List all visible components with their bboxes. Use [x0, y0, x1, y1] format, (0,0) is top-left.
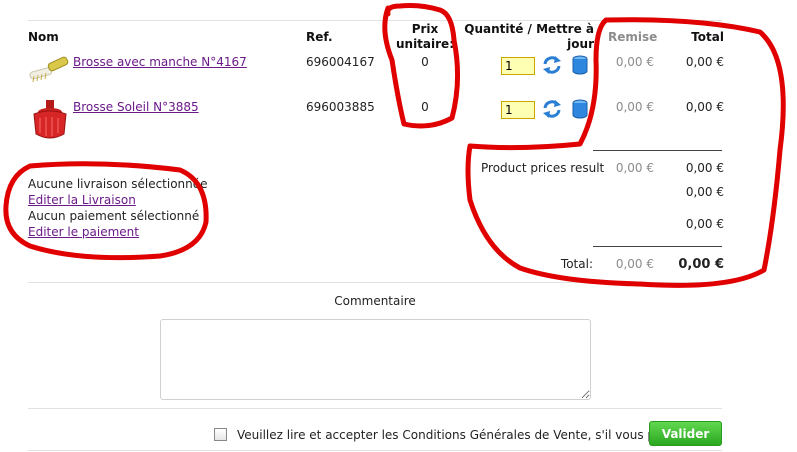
- comment-textarea[interactable]: [160, 319, 591, 400]
- product-total: 0,00 €: [685, 100, 724, 114]
- product-prices-label: Product prices result: [481, 161, 605, 175]
- footer-divider: [28, 408, 722, 409]
- edit-delivery-link[interactable]: Editer la Livraison: [28, 193, 136, 207]
- submit-button[interactable]: Valider: [649, 421, 722, 446]
- product-prices-total: 0,00 €: [685, 161, 724, 175]
- comment-divider: [28, 282, 722, 283]
- terms-label: Veuillez lire et accepter les Conditions…: [237, 428, 678, 442]
- total-label: Total:: [560, 257, 593, 271]
- top-divider: [28, 20, 722, 21]
- summary-line-total: 0,00 €: [685, 185, 724, 199]
- header-unit-price-line1: Prix: [411, 22, 439, 36]
- header-quantity-line2: jour: [567, 37, 594, 51]
- product-ref: 696003885: [306, 100, 375, 114]
- refresh-icon[interactable]: [542, 99, 562, 119]
- delete-icon[interactable]: [570, 99, 590, 119]
- product-discount: 0,00 €: [615, 55, 654, 69]
- header-name: Nom: [28, 30, 59, 44]
- quantity-input[interactable]: [501, 57, 535, 75]
- grand-total: 0,00 €: [678, 257, 724, 272]
- header-ref: Ref.: [306, 30, 333, 44]
- summary-divider-bottom: [593, 246, 722, 247]
- product-discount: 0,00 €: [615, 100, 654, 114]
- no-payment-text: Aucun paiement sélectionné: [28, 209, 200, 223]
- header-unit-price: Prix unitaire:: [395, 22, 455, 52]
- bottom-divider: [28, 450, 722, 451]
- header-unit-price-line2: unitaire:: [395, 37, 454, 51]
- product-ref: 696004167: [306, 55, 375, 69]
- terms-checkbox[interactable]: [214, 428, 227, 441]
- product-unit-price: 0: [421, 100, 429, 114]
- summary-line-total: 0,00 €: [685, 217, 724, 231]
- product-image-brush-soleil: [30, 98, 70, 142]
- product-link[interactable]: Brosse Soleil N°3885: [73, 100, 199, 114]
- total-discount: 0,00 €: [615, 257, 654, 271]
- header-quantity-line1: Quantité / Mettre à: [464, 22, 594, 36]
- header-total: Total: [691, 30, 724, 44]
- no-delivery-text: Aucune livraison sélectionnée: [28, 177, 208, 191]
- edit-payment-link[interactable]: Editer le paiement: [28, 225, 139, 239]
- product-total: 0,00 €: [685, 55, 724, 69]
- delete-icon[interactable]: [570, 55, 590, 75]
- header-discount: Remise: [608, 30, 658, 44]
- comment-label: Commentaire: [334, 294, 416, 308]
- quantity-input[interactable]: [501, 101, 535, 119]
- product-prices-discount: 0,00 €: [615, 161, 654, 175]
- product-unit-price: 0: [421, 55, 429, 69]
- refresh-icon[interactable]: [542, 55, 562, 75]
- product-link[interactable]: Brosse avec manche N°4167: [73, 55, 247, 69]
- product-image-brush-handle: [28, 50, 72, 88]
- summary-divider-top: [593, 150, 722, 151]
- header-quantity: Quantité / Mettre à jour: [460, 22, 594, 52]
